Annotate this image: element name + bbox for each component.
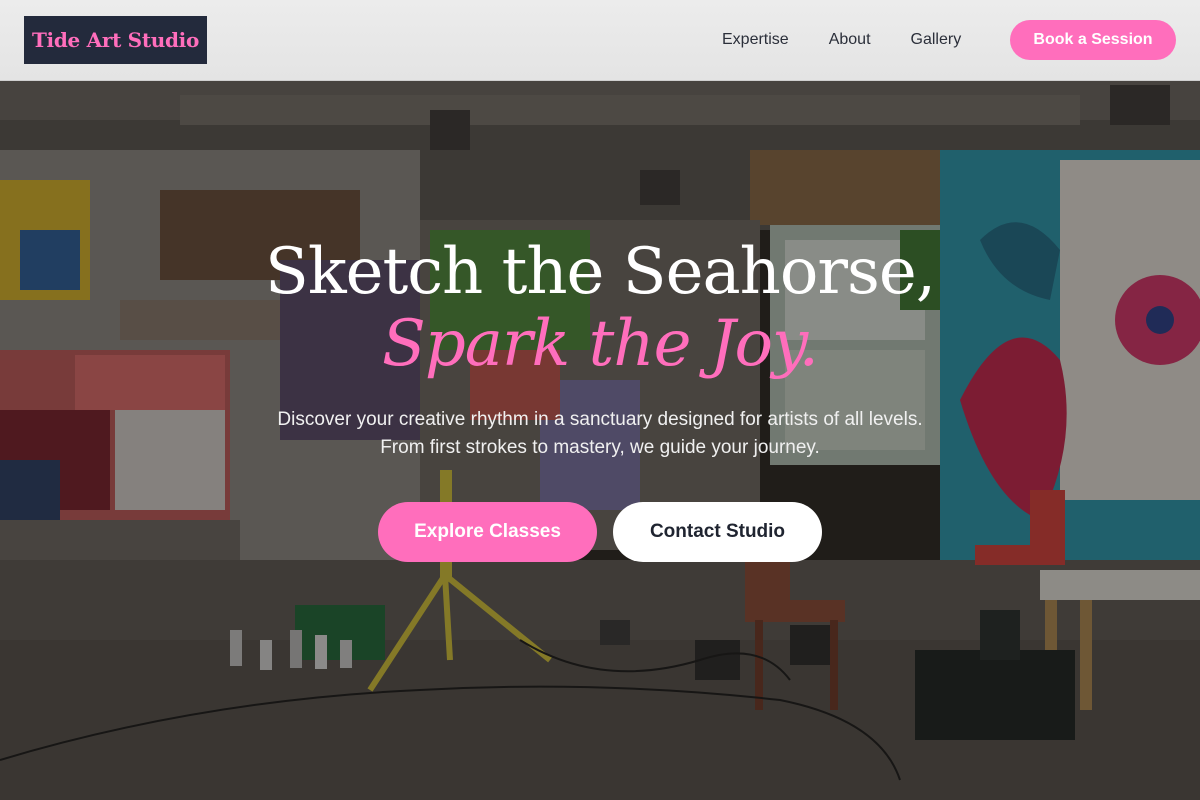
hero-title-line-2: Spark the Joy. (381, 307, 819, 381)
site-header: Tide Art Studio Expertise About Gallery … (0, 0, 1200, 81)
hero-title: Sketch the Seahorse, Spark the Joy. (0, 236, 1200, 380)
explore-classes-button[interactable]: Explore Classes (378, 502, 597, 562)
nav-link-about[interactable]: About (829, 31, 871, 49)
site-logo[interactable]: Tide Art Studio (24, 16, 207, 64)
landing-page: Tide Art Studio Expertise About Gallery … (0, 0, 1200, 800)
nav-link-gallery[interactable]: Gallery (911, 31, 962, 49)
hero-subtitle: Discover your creative rhythm in a sanct… (277, 409, 923, 458)
main-nav: Expertise About Gallery (700, 0, 1001, 80)
contact-studio-button[interactable]: Contact Studio (613, 502, 822, 562)
hero-title-line-1: Sketch the Seahorse, (264, 235, 936, 309)
hero-actions: Explore Classes Contact Studio (0, 502, 1200, 562)
nav-link-expertise[interactable]: Expertise (722, 31, 789, 49)
book-session-button[interactable]: Book a Session (1010, 20, 1176, 60)
hero-section: Sketch the Seahorse, Spark the Joy. Disc… (0, 80, 1200, 800)
